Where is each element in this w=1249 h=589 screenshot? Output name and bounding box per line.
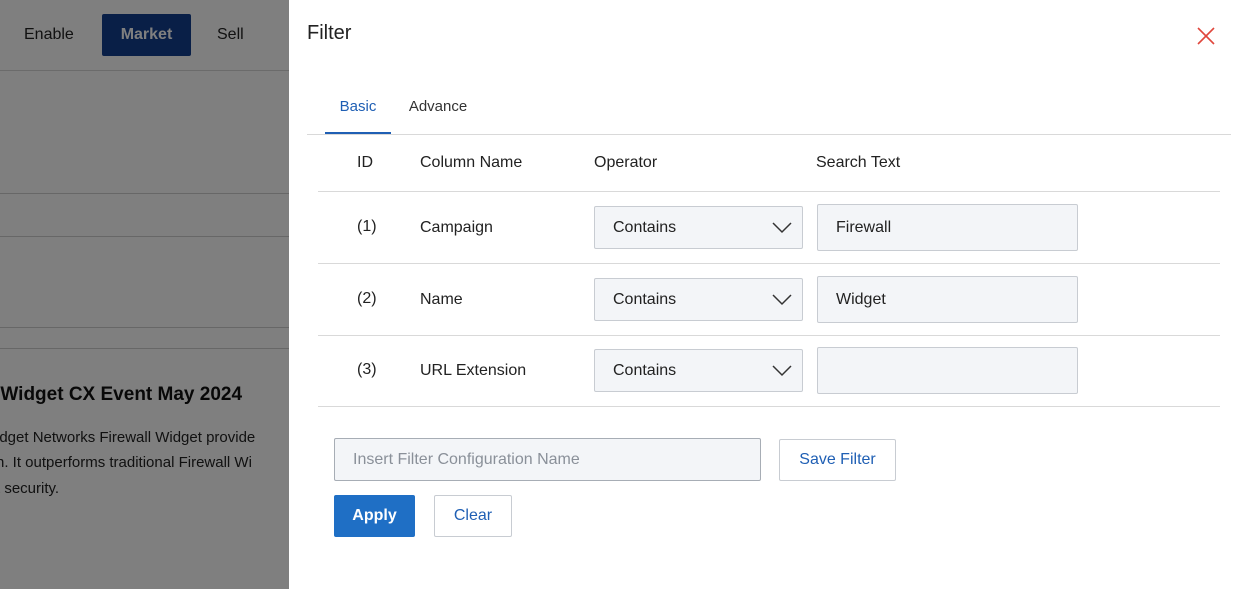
drawer-title: Filter — [307, 22, 352, 44]
header-operator: Operator — [594, 154, 658, 171]
search-text-input[interactable] — [817, 276, 1078, 323]
header-column-name: Column Name — [420, 154, 523, 171]
operator-value: Contains — [613, 219, 677, 236]
filter-row: (3) URL Extension Contains — [318, 335, 1220, 407]
apply-button[interactable]: Apply — [334, 495, 415, 537]
clear-button[interactable]: Clear — [434, 495, 512, 537]
header-id: ID — [357, 154, 373, 171]
tab-advance[interactable]: Advance — [403, 86, 473, 134]
close-icon[interactable] — [1195, 25, 1217, 47]
filter-table-header: ID Column Name Operator Search Text — [318, 136, 1220, 192]
row-column-name: Name — [420, 291, 463, 308]
filter-row: (1) Campaign Contains — [318, 192, 1220, 264]
operator-select[interactable]: Contains — [594, 349, 803, 392]
chevron-down-icon — [772, 294, 792, 306]
filter-tabs: Basic Advance — [307, 86, 1231, 135]
header-search-text: Search Text — [816, 154, 901, 171]
filter-drawer: Filter Basic Advance ID Column Name Oper… — [289, 0, 1249, 589]
operator-select[interactable]: Contains — [594, 278, 803, 321]
search-text-input[interactable] — [817, 347, 1078, 394]
operator-select[interactable]: Contains — [594, 206, 803, 249]
chevron-down-icon — [772, 222, 792, 234]
operator-value: Contains — [613, 291, 677, 308]
tab-basic[interactable]: Basic — [325, 86, 391, 134]
row-column-name: URL Extension — [420, 362, 527, 379]
filter-config-name-input[interactable] — [334, 438, 761, 481]
row-id: (2) — [357, 290, 377, 307]
save-filter-button[interactable]: Save Filter — [779, 439, 896, 481]
row-id: (3) — [357, 361, 377, 378]
filter-row: (2) Name Contains — [318, 264, 1220, 336]
row-id: (1) — [357, 218, 377, 235]
search-text-input[interactable] — [817, 204, 1078, 251]
operator-value: Contains — [613, 362, 677, 379]
chevron-down-icon — [772, 365, 792, 377]
row-column-name: Campaign — [420, 219, 493, 236]
